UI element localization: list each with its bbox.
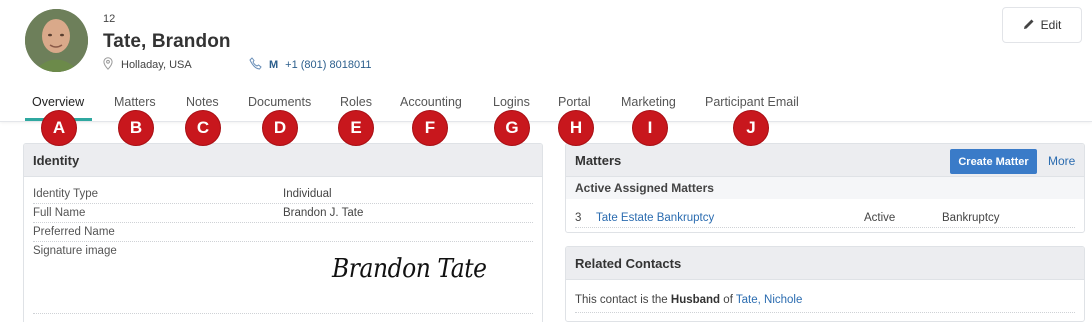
identity-label: Signature image (33, 245, 117, 257)
matter-number: 3 (575, 212, 582, 224)
avatar (25, 9, 88, 72)
relation-of: of (723, 294, 733, 306)
tab-roles[interactable]: Roles (340, 95, 372, 109)
identity-title: Identity (24, 144, 542, 177)
tab-overview[interactable]: Overview (32, 95, 84, 109)
tab-participant-email[interactable]: Participant Email (705, 95, 799, 109)
relation-prefix: This contact is the (575, 294, 668, 306)
contact-id: 12 (103, 13, 116, 25)
callout-badge-b: B (118, 110, 154, 146)
contact-header: 12 Tate, Brandon Holladay, USA M +1 (801… (0, 0, 1092, 122)
tab-documents[interactable]: Documents (248, 95, 311, 109)
create-matter-button[interactable]: Create Matter (950, 149, 1037, 174)
location: Holladay, USA (103, 57, 192, 73)
map-pin-icon (103, 57, 113, 73)
callout-badge-i: I (632, 110, 668, 146)
callout-badge-e: E (338, 110, 374, 146)
callout-badge-a: A (41, 110, 77, 146)
identity-label: Identity Type (33, 188, 98, 200)
related-contacts-panel: Related Contacts This contact is the Hus… (565, 246, 1085, 322)
callout-badge-f: F (412, 110, 448, 146)
signature-image: Brandon Tate (332, 254, 487, 284)
callout-badge-g: G (494, 110, 530, 146)
identity-label: Preferred Name (33, 226, 115, 238)
phone[interactable]: M +1 (801) 8018011 (249, 57, 372, 73)
table-row: 3 Tate Estate Bankruptcy Active Bankrupt… (575, 210, 1075, 228)
identity-row: Preferred Name (33, 223, 533, 242)
matter-link[interactable]: Tate Estate Bankruptcy (596, 212, 714, 224)
phone-type: M (269, 59, 279, 71)
contact-name: Tate, Brandon (103, 31, 231, 52)
location-text: Holladay, USA (121, 59, 192, 71)
more-link[interactable]: More (1048, 154, 1075, 168)
tab-logins[interactable]: Logins (493, 95, 530, 109)
pencil-icon (1023, 18, 1035, 33)
tab-matters[interactable]: Matters (114, 95, 156, 109)
relation-type: Husband (670, 294, 721, 306)
callout-badge-j: J (733, 110, 769, 146)
callout-badge-h: H (558, 110, 594, 146)
matter-type: Bankruptcy (942, 212, 1000, 224)
matter-status: Active (864, 212, 896, 224)
related-contact-link[interactable]: Tate, Nichole (736, 294, 802, 306)
related-contact-line: This contact is the Husband of Tate, Nic… (575, 294, 1075, 313)
tab-portal[interactable]: Portal (558, 95, 591, 109)
callout-badge-c: C (185, 110, 221, 146)
identity-row: Full Name Brandon J. Tate (33, 204, 533, 223)
identity-label: Full Name (33, 207, 86, 219)
phone-number[interactable]: +1 (801) 8018011 (285, 59, 371, 71)
identity-panel: Identity Identity Type Individual Full N… (23, 143, 543, 322)
edit-button[interactable]: Edit (1002, 7, 1082, 43)
callout-badge-d: D (262, 110, 298, 146)
related-contacts-title: Related Contacts (566, 247, 1084, 280)
tab-notes[interactable]: Notes (186, 95, 219, 109)
tab-marketing[interactable]: Marketing (621, 95, 676, 109)
tab-accounting[interactable]: Accounting (400, 95, 462, 109)
identity-value: Brandon J. Tate (283, 207, 364, 219)
tab-bar: Overview Matters Notes Documents Roles A… (0, 88, 1092, 122)
matters-panel: Matters Create Matter More Active Assign… (565, 143, 1085, 233)
phone-icon (249, 57, 262, 73)
identity-value: Individual (283, 188, 332, 200)
identity-row: Identity Type Individual (33, 185, 533, 204)
edit-label: Edit (1040, 18, 1062, 32)
active-matters-subhead: Active Assigned Matters (566, 177, 1084, 199)
